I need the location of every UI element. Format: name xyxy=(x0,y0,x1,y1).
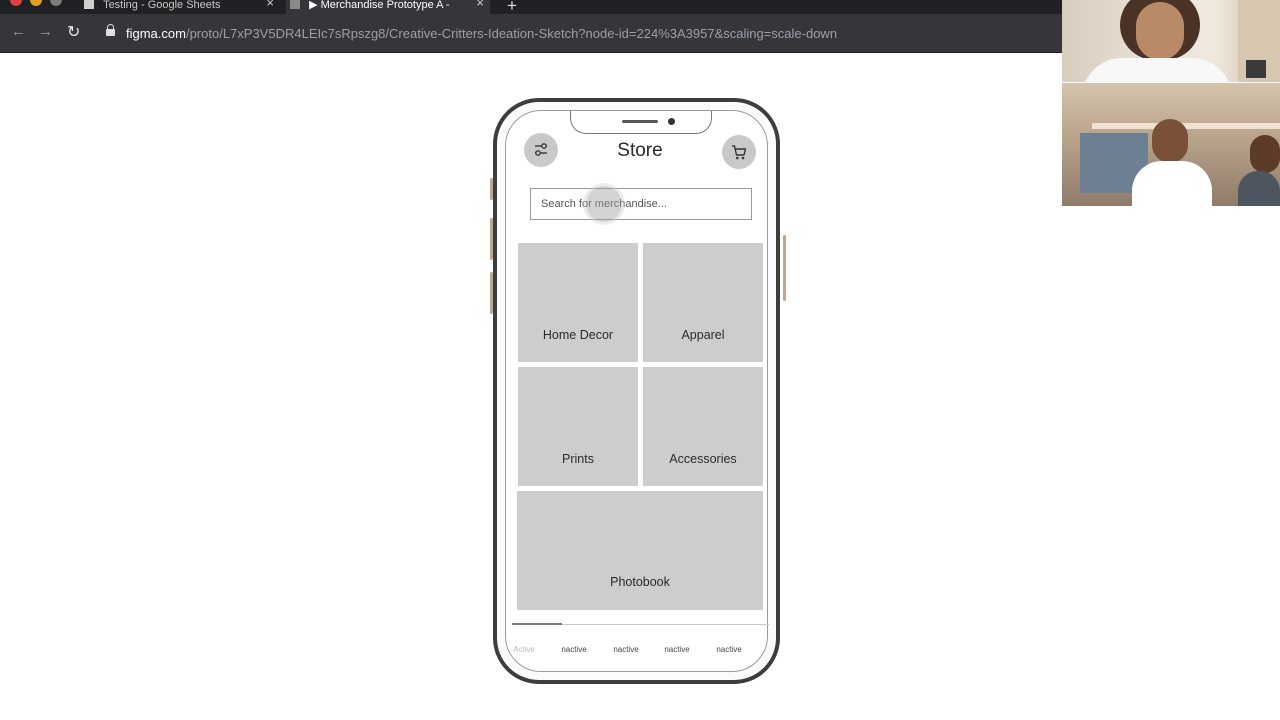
reload-icon[interactable]: ↻ xyxy=(67,22,80,42)
back-arrow-icon[interactable]: ← xyxy=(11,23,26,40)
category-label: Photobook xyxy=(610,575,670,589)
search-input[interactable] xyxy=(531,189,751,219)
tab-bar-item-1[interactable]: Active xyxy=(499,645,549,654)
category-label: Prints xyxy=(562,452,594,466)
tab-close-icon[interactable]: × xyxy=(476,0,484,9)
category-tile-home-decor[interactable]: Home Decor xyxy=(518,243,638,362)
sheets-favicon-icon xyxy=(84,0,94,10)
browser-tab-sheets[interactable]: Testing - Google Sheets × xyxy=(80,0,280,14)
child-body xyxy=(1132,161,1212,206)
click-cursor-indicator xyxy=(586,186,622,222)
bookshelf-item xyxy=(1246,60,1266,78)
browser-tab-figma[interactable]: ▶ Merchandise Prototype A - × xyxy=(286,0,490,14)
child2-body xyxy=(1238,171,1280,206)
category-label: Accessories xyxy=(669,452,737,466)
forward-arrow-icon[interactable]: → xyxy=(38,23,53,40)
filter-sliders-icon xyxy=(535,143,547,156)
tab-bar-item-2[interactable]: nactive xyxy=(549,645,599,654)
tab-bar-item-3[interactable]: nactive xyxy=(601,645,651,654)
tab-bar-item-5[interactable]: nactive xyxy=(704,645,754,654)
tab-title: Testing - Google Sheets xyxy=(103,0,221,12)
cart-button[interactable] xyxy=(722,135,756,169)
phone-power-button xyxy=(783,235,786,301)
url-path: /proto/L7xP3V5DR4LEIc7sRpszg8/Creative-C… xyxy=(185,26,838,41)
lock-icon[interactable] xyxy=(106,24,115,36)
category-label: Home Decor xyxy=(542,328,614,342)
category-tile-photobook[interactable]: Photobook xyxy=(517,491,763,610)
filter-button[interactable] xyxy=(524,133,558,167)
phone-camera xyxy=(668,118,675,125)
category-tile-prints[interactable]: Prints xyxy=(518,367,638,486)
tab-bar-active-indicator xyxy=(512,623,562,625)
video-participant-2 xyxy=(1062,83,1280,206)
tab-close-icon[interactable]: × xyxy=(266,0,274,9)
window-zoom-button[interactable] xyxy=(50,0,62,6)
child-head xyxy=(1152,119,1188,163)
address-bar-url[interactable]: figma.com/proto/L7xP3V5DR4LEIc7sRpszg8/C… xyxy=(126,26,837,41)
category-tile-accessories[interactable]: Accessories xyxy=(643,367,763,486)
child2-head xyxy=(1250,135,1280,173)
participant-shirt xyxy=(1082,58,1232,82)
search-field[interactable] xyxy=(530,188,752,220)
participant-face xyxy=(1136,2,1184,60)
window-minimize-button[interactable] xyxy=(30,0,42,6)
url-host: figma.com xyxy=(126,26,186,41)
tab-title: ▶ Merchandise Prototype A - xyxy=(309,0,450,12)
category-tile-apparel[interactable]: Apparel xyxy=(643,243,763,362)
new-tab-icon[interactable]: + xyxy=(507,0,517,14)
category-label: Apparel xyxy=(681,328,725,342)
video-participant-1 xyxy=(1062,0,1280,82)
tab-bar-item-4[interactable]: nactive xyxy=(652,645,702,654)
page-title: Store xyxy=(617,140,663,161)
window-close-button[interactable] xyxy=(10,0,22,6)
phone-speaker xyxy=(622,120,658,123)
shopping-cart-icon xyxy=(732,145,747,160)
figma-favicon-icon xyxy=(290,0,300,10)
